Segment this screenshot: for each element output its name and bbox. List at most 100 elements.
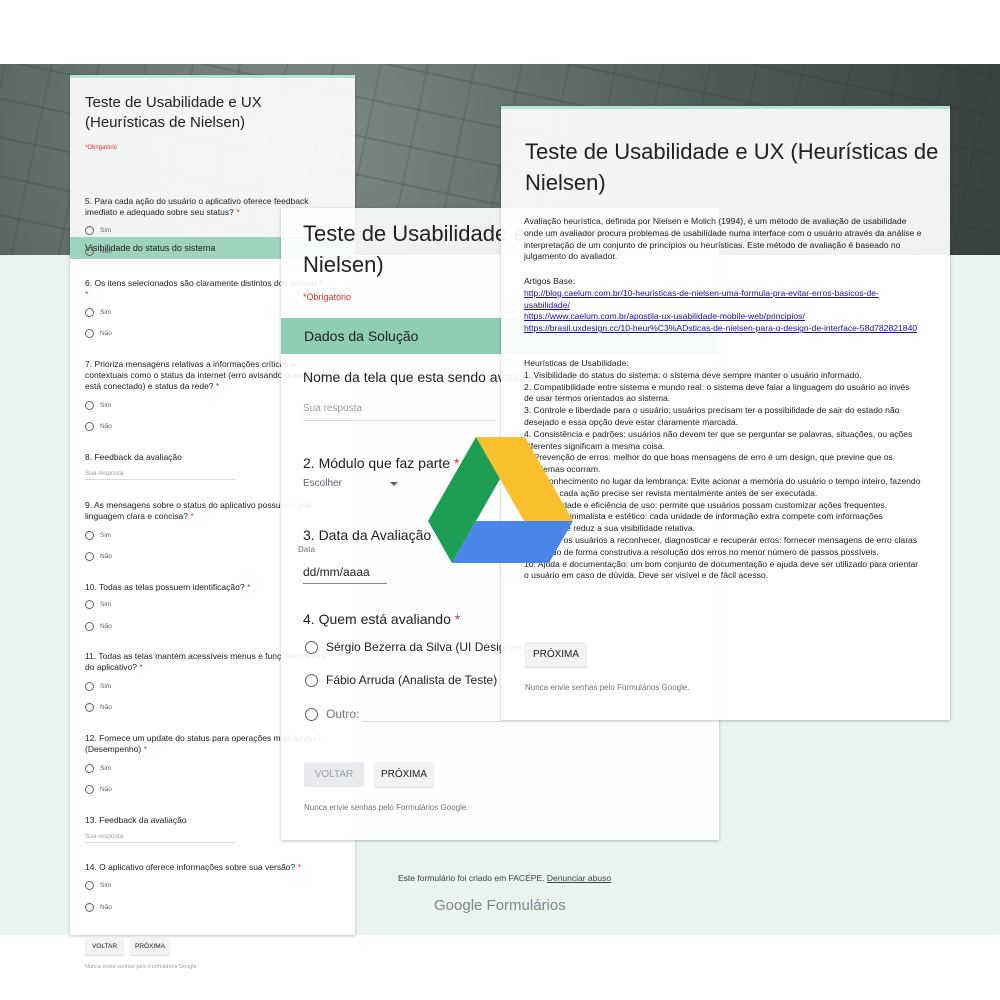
radio-circle[interactable]	[305, 708, 318, 722]
password-warning: Nunca envie senhas pelo Formulários Goog…	[525, 683, 690, 692]
option-label: Não	[100, 423, 112, 431]
next-button[interactable]: PRÓXIMA	[525, 642, 587, 667]
option-label: Sim	[100, 882, 112, 890]
radio-circle[interactable]	[85, 600, 94, 609]
radio-circle[interactable]	[85, 226, 94, 235]
radio-option-yes[interactable]: Sim	[85, 600, 111, 609]
question-14: 14. O aplicativo oferece informações sob…	[85, 862, 335, 873]
radio-circle[interactable]	[85, 785, 94, 794]
radio-option-no[interactable]: Não	[85, 703, 112, 712]
radio-circle[interactable]	[85, 622, 94, 631]
option-label: Sim	[100, 683, 112, 691]
next-button[interactable]: PRÓXIMA	[130, 938, 170, 955]
radio-option-yes[interactable]: Sim	[85, 531, 111, 540]
radio-option-yes[interactable]: Sim	[85, 682, 111, 691]
password-warning: Nunca envie senhas pelo Formulários Goog…	[304, 803, 469, 812]
answer-input[interactable]: Sua resposta	[303, 403, 496, 421]
back-button[interactable]: VOLTAR	[304, 762, 364, 787]
radio-circle[interactable]	[85, 903, 94, 912]
radio-option-fabio[interactable]: Fábio Arruda (Analista de Teste)	[305, 673, 498, 688]
required-note: *Obrigatório	[85, 145, 118, 151]
radio-option-no[interactable]: Não	[85, 329, 112, 338]
answer-input[interactable]: Sua resposta	[85, 833, 235, 843]
credit-text: Este formulário foi criado em FACEPE.	[398, 873, 545, 883]
option-label: Fábio Arruda (Analista de Teste)	[326, 673, 498, 687]
question-text: 3. Data da Avaliação	[303, 527, 432, 543]
radio-option-other[interactable]: Outro:	[305, 707, 360, 722]
option-label: Não	[100, 553, 112, 561]
radio-option-no[interactable]: Não	[85, 622, 112, 631]
module-select[interactable]: Escolher	[303, 478, 398, 489]
required-asterisk: *	[297, 862, 301, 872]
radio-circle[interactable]	[305, 641, 318, 655]
radio-option-yes[interactable]: Sim	[85, 764, 111, 773]
radio-option-no[interactable]: Não	[85, 785, 112, 794]
option-label: Não	[100, 786, 112, 794]
radio-circle[interactable]	[305, 674, 318, 688]
radio-option-yes[interactable]: Sim	[85, 308, 111, 317]
password-warning: Nunca envie senhas pelo Formulários Goog…	[85, 964, 199, 970]
option-label: Sim	[100, 601, 112, 609]
option-label: Não	[100, 904, 112, 912]
radio-option-yes[interactable]: Sim	[85, 401, 111, 410]
back-button[interactable]: VOLTAR	[85, 938, 124, 955]
date-input[interactable]: dd/mm/aaaa	[303, 565, 387, 584]
question-text: 10. Todas as telas possuem identificação…	[85, 582, 245, 592]
heuristics-block: Heurísticas de Usabilidade: 1. Visibilid…	[524, 358, 924, 582]
required-asterisk: *	[246, 582, 251, 592]
option-label: Outro:	[326, 707, 360, 721]
required-asterisk: *	[190, 511, 194, 521]
radio-option-sergio[interactable]: Sérgio Bezerra da Silva (UI Designer)	[305, 640, 527, 655]
answer-input[interactable]: Sua resposta	[85, 470, 235, 480]
radio-circle[interactable]	[85, 308, 94, 317]
brand-google: Google	[434, 897, 483, 914]
form-description: Avaliação heurística, definida por Niels…	[524, 216, 922, 262]
required-asterisk: *	[139, 662, 143, 672]
option-label: Sim	[100, 532, 112, 540]
radio-circle[interactable]	[85, 682, 94, 691]
question-text: 4. Quem está avaliando	[303, 611, 451, 627]
article-link-3[interactable]: https://brasil.uxdesign.cc/10-heur%C3%AD…	[524, 323, 924, 335]
radio-option-no[interactable]: Não	[85, 247, 112, 256]
heuristic-9: 9. Auxiliar os usuários a reconhecer, di…	[524, 534, 918, 557]
heuristic-2: 2. Compatibilidade entre sistema e mundo…	[524, 381, 910, 392]
radio-circle[interactable]	[85, 422, 94, 431]
heuristic-7: 7. Flexibilidade e eficiência de uso: pe…	[524, 499, 888, 510]
report-abuse-link[interactable]: Denunciar abuso	[547, 873, 611, 883]
question-text: 14. O aplicativo oferece informações sob…	[85, 862, 296, 872]
article-link-1[interactable]: http://blog.caelum.com.br/10-heuristicas…	[524, 288, 924, 312]
radio-option-yes[interactable]: Sim	[85, 226, 111, 235]
radio-circle[interactable]	[85, 329, 94, 338]
radio-option-no[interactable]: Não	[85, 422, 112, 431]
radio-option-no[interactable]: Não	[85, 552, 112, 561]
next-button[interactable]: PRÓXIMA	[374, 762, 434, 787]
other-text-input[interactable]	[362, 721, 502, 722]
radio-circle[interactable]	[85, 552, 94, 561]
radio-circle[interactable]	[85, 401, 94, 410]
option-label: Sim	[100, 765, 112, 773]
radio-option-no[interactable]: Não	[85, 903, 112, 912]
heuristic-5: 5. Prevenção de erros: melhor do que boa…	[524, 452, 893, 475]
radio-circle[interactable]	[85, 764, 94, 773]
card-accent-strip	[70, 75, 355, 78]
radio-circle[interactable]	[85, 703, 94, 712]
card-accent-strip	[501, 106, 950, 109]
question-date: 3. Data da Avaliação *	[303, 527, 441, 543]
date-label: Data	[298, 545, 315, 554]
radio-circle[interactable]	[85, 881, 94, 890]
option-label: Sim	[100, 309, 112, 317]
form-credit: Este formulário foi criado em FACEPE. De…	[398, 873, 611, 883]
brand-forms: Formulários	[486, 897, 566, 914]
option-label: Não	[100, 704, 112, 712]
google-drive-icon	[428, 437, 573, 563]
option-label: Não	[100, 248, 112, 256]
dropdown-arrow-icon	[390, 482, 398, 486]
option-label: Sim	[100, 227, 112, 235]
radio-circle[interactable]	[85, 531, 94, 540]
google-forms-logo: Google Formulários	[434, 897, 566, 914]
article-link-2[interactable]: https://www.caelum.com.br/apostila-ux-us…	[524, 311, 924, 323]
radio-option-yes[interactable]: Sim	[85, 881, 111, 890]
form-title: Teste de Usabilidade e UX (Heurísticas d…	[525, 139, 939, 195]
option-label: Não	[100, 623, 112, 631]
radio-circle[interactable]	[85, 247, 94, 256]
